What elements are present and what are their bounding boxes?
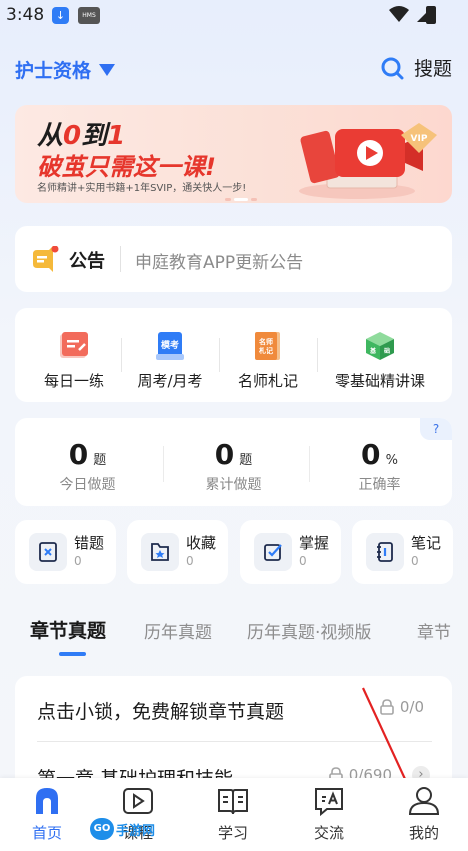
notice-bar[interactable]: 公告 申庭教育APP更新公告 bbox=[15, 226, 452, 292]
banner-dot bbox=[225, 198, 231, 201]
tab-chapter-questions[interactable]: 章节真题 bbox=[30, 616, 106, 643]
tool-mastered[interactable]: 掌握 0 bbox=[240, 520, 341, 584]
watermark-text: 手游网 bbox=[116, 823, 156, 839]
banner-description: 名师精讲+实用书籍+1年SVIP，通关快人一步! bbox=[37, 183, 247, 194]
nav-home[interactable]: 首页 bbox=[0, 778, 94, 851]
svg-text:基: 基 bbox=[369, 347, 377, 355]
tool-label: 掌握 bbox=[299, 534, 330, 552]
quick-action-label: 周考/月考 bbox=[137, 372, 203, 390]
quick-action-label: 名师札记 bbox=[237, 372, 298, 390]
quick-action-teacher-notes[interactable]: 名师 札记 名师札记 bbox=[221, 308, 315, 402]
stat-today: 0 题 今日做题 bbox=[15, 418, 160, 506]
wrong-questions-icon bbox=[29, 533, 67, 571]
teacher-notes-icon: 名师 札记 bbox=[255, 332, 280, 360]
community-icon bbox=[315, 788, 343, 816]
svg-text:札记: 札记 bbox=[258, 346, 273, 355]
mastered-icon bbox=[254, 533, 292, 571]
tool-count: 0 bbox=[411, 554, 419, 568]
svg-text:VIP: VIP bbox=[411, 134, 428, 144]
course-icon bbox=[123, 788, 153, 814]
bottom-navigation: 首页 课程 学习 交流 我的 bbox=[0, 778, 468, 851]
nav-course[interactable]: 课程 bbox=[91, 778, 185, 851]
tool-count: 0 bbox=[186, 554, 194, 568]
quick-action-daily-practice[interactable]: 每日一练 bbox=[27, 308, 121, 402]
tool-notes[interactable]: 笔记 0 bbox=[352, 520, 453, 584]
notice-label: 公告 bbox=[69, 251, 105, 272]
download-icon: ↓ bbox=[52, 7, 69, 24]
home-icon bbox=[36, 788, 58, 814]
tool-label: 笔记 bbox=[411, 534, 442, 552]
tab-past-exams[interactable]: 历年真题 bbox=[144, 618, 212, 643]
divider bbox=[121, 338, 122, 372]
watermark-logo: GO 手游网 bbox=[90, 818, 155, 840]
nav-label: 我的 bbox=[408, 824, 439, 842]
status-time: 3:48 bbox=[6, 5, 45, 25]
banner-dot bbox=[251, 198, 257, 201]
quick-action-basic-course[interactable]: 基 础 零基础精讲课 bbox=[319, 308, 441, 402]
banner-subheadline: 破茧只需这一课! bbox=[37, 153, 216, 181]
unlock-hint: 点击小锁，免费解锁章节真题 bbox=[37, 701, 285, 723]
stat-value: 0 题 bbox=[214, 438, 253, 471]
stat-value: 0 题 bbox=[68, 438, 107, 471]
quick-action-label: 零基础精讲课 bbox=[334, 372, 425, 390]
nav-label: 首页 bbox=[31, 824, 62, 842]
mock-exam-icon: 模考 bbox=[156, 332, 184, 360]
nav-label: 交流 bbox=[313, 824, 344, 842]
favorites-icon bbox=[141, 533, 179, 571]
quick-actions: 每日一练 模考 周考/月考 名师 札记 名师札记 基 础 零基础精讲课 bbox=[15, 308, 452, 402]
divider bbox=[219, 338, 220, 372]
exam-name: 护士资格 bbox=[15, 60, 92, 82]
search-icon bbox=[381, 57, 404, 79]
notice-divider bbox=[120, 246, 121, 272]
nav-community[interactable]: 交流 bbox=[282, 778, 376, 851]
study-icon bbox=[218, 789, 248, 815]
tab-past-exams-video[interactable]: 历年真题·视频版 bbox=[247, 618, 371, 643]
tab-chapter[interactable]: 章节 bbox=[417, 618, 451, 643]
notice-text: 申庭教育APP更新公告 bbox=[135, 253, 304, 273]
wifi-icon bbox=[389, 6, 409, 22]
svg-text:础: 础 bbox=[384, 347, 390, 355]
stat-value: 0 % bbox=[361, 438, 398, 471]
search-button[interactable]: 搜题 bbox=[380, 54, 452, 81]
divider bbox=[317, 338, 318, 372]
notes-icon bbox=[366, 533, 404, 571]
quick-action-mock-exam[interactable]: 模考 周考/月考 bbox=[123, 308, 217, 402]
tool-favorites[interactable]: 收藏 0 bbox=[127, 520, 228, 584]
stat-total: 0 题 累计做题 bbox=[161, 418, 306, 506]
stat-label: 累计做题 bbox=[205, 477, 262, 493]
watermark-badge: GO bbox=[90, 818, 114, 840]
tool-wrong-questions[interactable]: 错题 0 bbox=[15, 520, 116, 584]
nav-study[interactable]: 学习 bbox=[186, 778, 280, 851]
stat-label: 正确率 bbox=[358, 477, 401, 493]
tool-count: 0 bbox=[299, 554, 307, 568]
tool-count: 0 bbox=[74, 554, 82, 568]
tool-label: 错题 bbox=[74, 534, 105, 552]
announcement-icon bbox=[33, 246, 59, 272]
promo-banner[interactable]: 从0到1 破茧只需这一课! 名师精讲+实用书籍+1年SVIP，通关快人一步! V… bbox=[15, 105, 452, 203]
profile-icon bbox=[408, 787, 440, 815]
hms-icon: HMS bbox=[78, 7, 100, 24]
stat-label: 今日做题 bbox=[59, 477, 116, 493]
status-bar: 3:48 ↓ HMS bbox=[0, 0, 468, 32]
header: 护士资格 搜题 bbox=[0, 48, 468, 88]
stats-card: 0 题 今日做题 0 题 累计做题 0 % 正确率 ? bbox=[15, 418, 452, 506]
vip-badge-icon: VIP bbox=[401, 123, 437, 153]
search-label: 搜题 bbox=[413, 58, 452, 80]
help-button[interactable]: ? bbox=[420, 418, 452, 440]
basic-course-icon: 基 础 bbox=[366, 332, 394, 360]
nav-profile[interactable]: 我的 bbox=[377, 778, 468, 851]
active-tab-indicator bbox=[59, 652, 86, 656]
banner-pagination bbox=[225, 198, 257, 201]
nav-label: 学习 bbox=[217, 824, 248, 842]
daily-practice-icon bbox=[60, 332, 88, 358]
svg-text:名师: 名师 bbox=[259, 337, 273, 346]
banner-dot-active bbox=[234, 198, 248, 201]
question-tabs: 章节真题 历年真题 历年真题·视频版 章节 bbox=[0, 612, 468, 660]
exam-selector[interactable]: 护士资格 bbox=[15, 56, 116, 83]
quick-action-label: 每日一练 bbox=[43, 372, 104, 390]
caret-down-icon bbox=[99, 63, 116, 76]
tool-label: 收藏 bbox=[186, 534, 217, 552]
battery-icon bbox=[426, 6, 436, 24]
svg-text:模考: 模考 bbox=[161, 339, 179, 351]
